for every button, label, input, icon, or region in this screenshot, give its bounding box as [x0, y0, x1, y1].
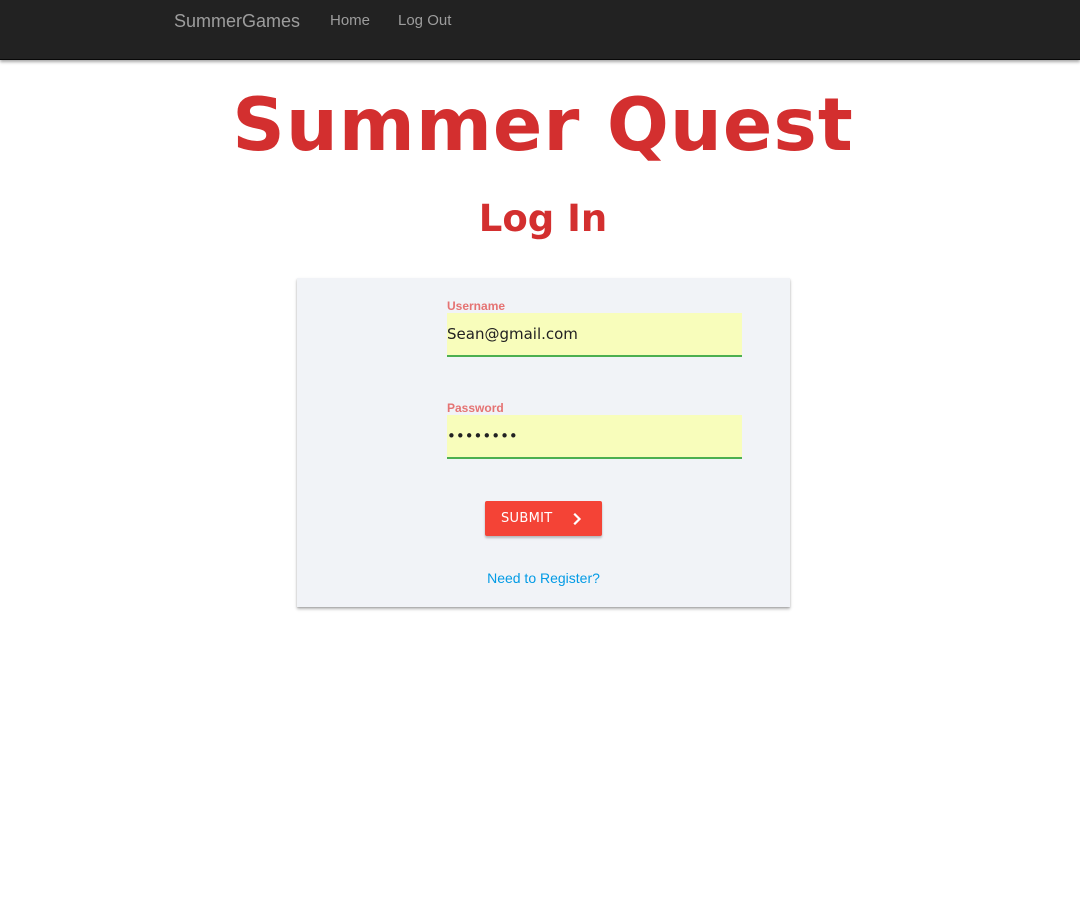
username-field[interactable]: Sean@gmail.com: [447, 313, 742, 357]
username-label: Username: [447, 299, 506, 313]
nav-link-logout[interactable]: Log Out: [398, 12, 451, 30]
password-value: ••••••••: [447, 427, 518, 445]
register-link[interactable]: Need to Register?: [297, 570, 790, 586]
password-field[interactable]: ••••••••: [447, 415, 742, 459]
submit-button-label: SUBMIT: [501, 511, 553, 526]
submit-button[interactable]: SUBMIT: [485, 501, 602, 536]
username-value: Sean@gmail.com: [447, 325, 578, 343]
chevron-right-icon: [573, 513, 582, 525]
login-card: Username Sean@gmail.com Password •••••••…: [297, 278, 790, 607]
page-title: Summer Quest: [232, 83, 854, 168]
navbar: SummerGames Home Log Out: [0, 0, 1080, 60]
password-label: Password: [447, 401, 504, 415]
page-subtitle: Log In: [478, 197, 608, 240]
nav-link-home[interactable]: Home: [330, 12, 370, 30]
brand-link[interactable]: SummerGames: [174, 11, 300, 31]
